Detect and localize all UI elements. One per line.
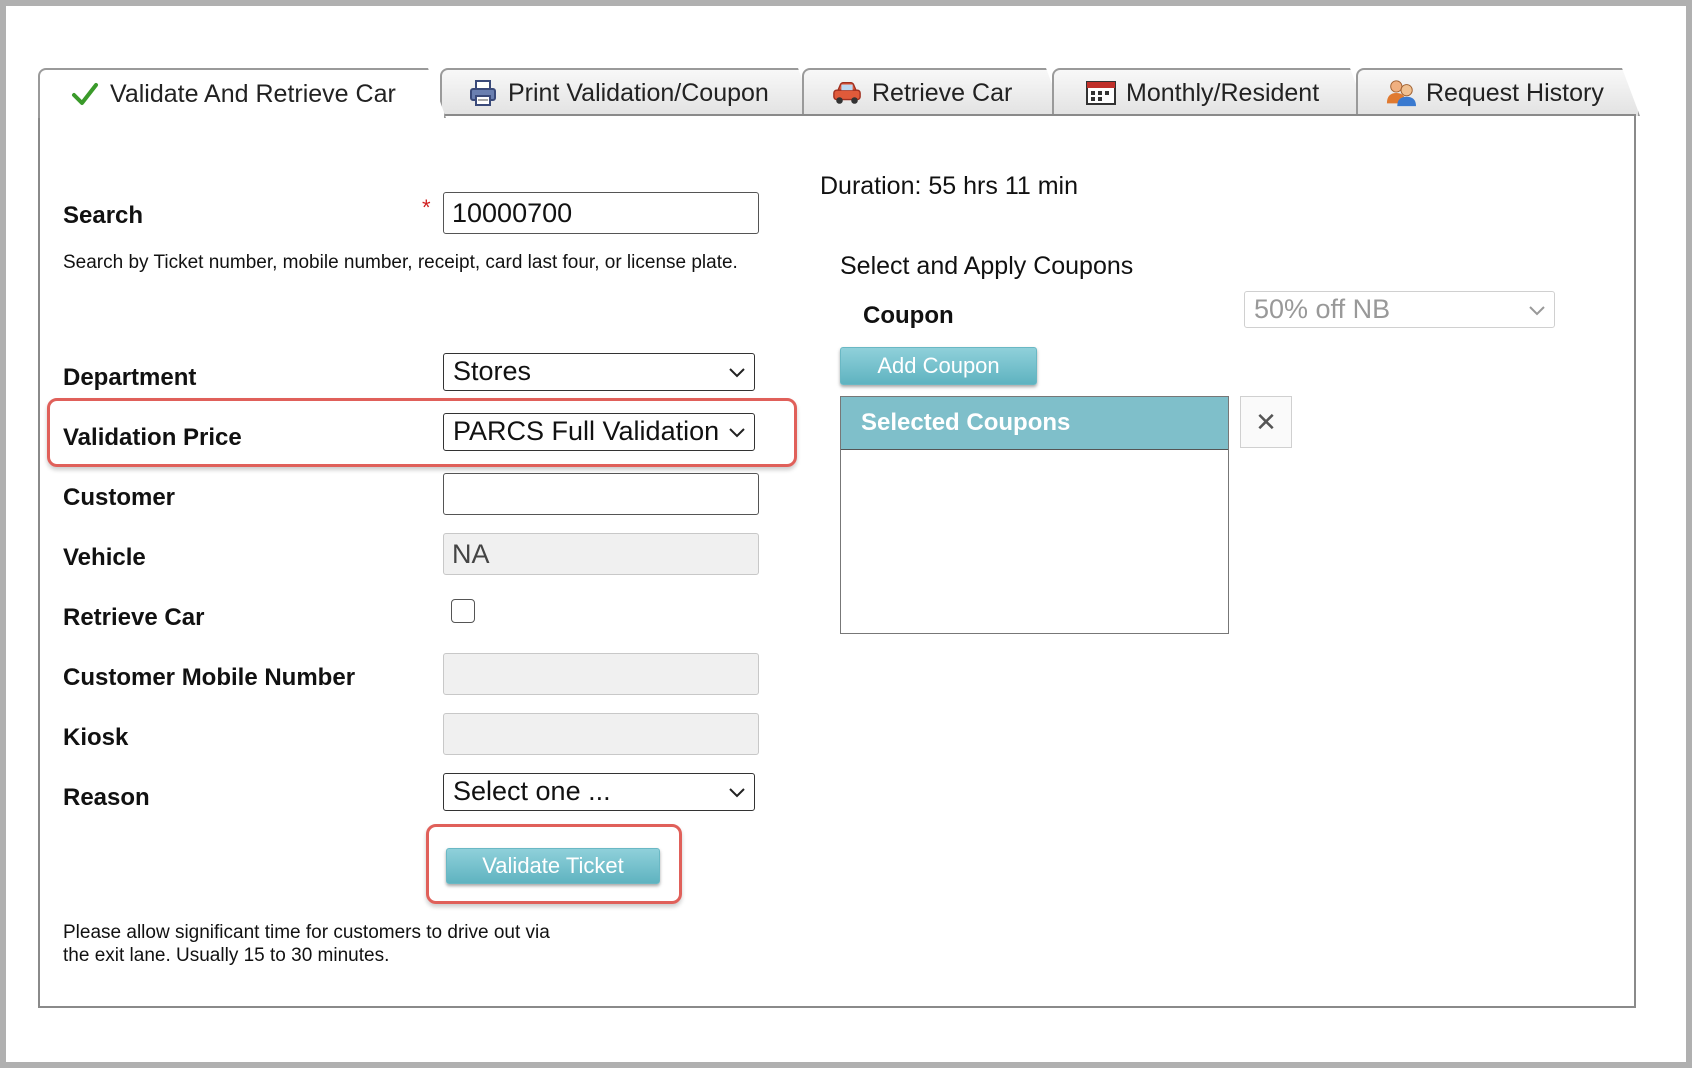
validation-price-select[interactable]: PARCS Full Validation — [443, 413, 755, 451]
exit-note-line1: Please allow significant time for custom… — [63, 922, 550, 943]
customer-mobile-label: Customer Mobile Number — [63, 664, 356, 691]
tab-retrieve-car[interactable]: Retrieve Car — [802, 68, 1064, 116]
search-input[interactable]: 10000700 — [443, 192, 759, 234]
clear-coupons-button[interactable]: ✕ — [1240, 396, 1292, 448]
vehicle-input[interactable]: NA — [443, 533, 759, 575]
department-select[interactable]: Stores — [443, 353, 755, 391]
tab-validate-and-retrieve-car[interactable]: Validate And Retrieve Car — [38, 68, 446, 118]
car-icon — [832, 78, 862, 108]
printer-icon — [468, 78, 498, 108]
retrieve-car-checkbox[interactable] — [451, 599, 475, 623]
selected-coupons-header: Selected Coupons — [841, 397, 1228, 450]
calendar-icon — [1086, 78, 1116, 108]
department-label: Department — [63, 364, 197, 391]
exit-note-line2: the exit lane. Usually 15 to 30 minutes. — [63, 945, 390, 966]
duration-text: Duration: 55 hrs 11 min — [820, 172, 1078, 200]
required-mark: * — [422, 195, 431, 220]
add-coupon-button[interactable]: Add Coupon — [840, 347, 1037, 385]
tab-label: Monthly/Resident — [1126, 78, 1320, 107]
users-icon — [1386, 78, 1416, 108]
validate-ticket-button[interactable]: Validate Ticket — [446, 848, 660, 884]
tab-monthly-resident[interactable]: Monthly/Resident — [1052, 68, 1368, 116]
selected-coupons-box: Selected Coupons — [840, 396, 1229, 634]
coupon-value: 50% off NB — [1254, 294, 1391, 324]
content-panel — [38, 114, 1636, 1008]
chevron-down-icon — [729, 368, 745, 378]
kiosk-input[interactable] — [443, 713, 759, 755]
chevron-down-icon — [729, 788, 745, 798]
tab-label: Validate And Retrieve Car — [110, 79, 396, 108]
reason-label: Reason — [63, 784, 150, 811]
retrieve-car-label: Retrieve Car — [63, 604, 205, 631]
kiosk-label: Kiosk — [63, 724, 129, 751]
chevron-down-icon — [1529, 306, 1545, 316]
tab-label: Request History — [1426, 78, 1604, 107]
search-hint: Search by Ticket number, mobile number, … — [63, 252, 738, 273]
customer-input[interactable] — [443, 473, 759, 515]
check-icon — [70, 79, 100, 109]
customer-mobile-input[interactable] — [443, 653, 759, 695]
chevron-down-icon — [729, 428, 745, 438]
search-label: Search — [63, 202, 144, 229]
validation-price-value: PARCS Full Validation — [453, 416, 720, 446]
tab-label: Print Validation/Coupon — [508, 78, 769, 107]
validation-price-label: Validation Price — [63, 424, 242, 451]
reason-value: Select one ... — [453, 776, 611, 806]
customer-label: Customer — [63, 484, 176, 511]
tab-request-history[interactable]: Request History — [1356, 68, 1640, 116]
coupon-select[interactable]: 50% off NB — [1244, 291, 1555, 328]
close-icon: ✕ — [1255, 406, 1277, 437]
coupons-heading: Select and Apply Coupons — [840, 252, 1134, 280]
vehicle-label: Vehicle — [63, 544, 146, 571]
coupon-label: Coupon — [863, 302, 954, 329]
department-value: Stores — [453, 356, 532, 386]
tab-print-validation-coupon[interactable]: Print Validation/Coupon — [440, 68, 816, 116]
reason-select[interactable]: Select one ... — [443, 773, 755, 811]
tab-label: Retrieve Car — [872, 78, 1013, 107]
